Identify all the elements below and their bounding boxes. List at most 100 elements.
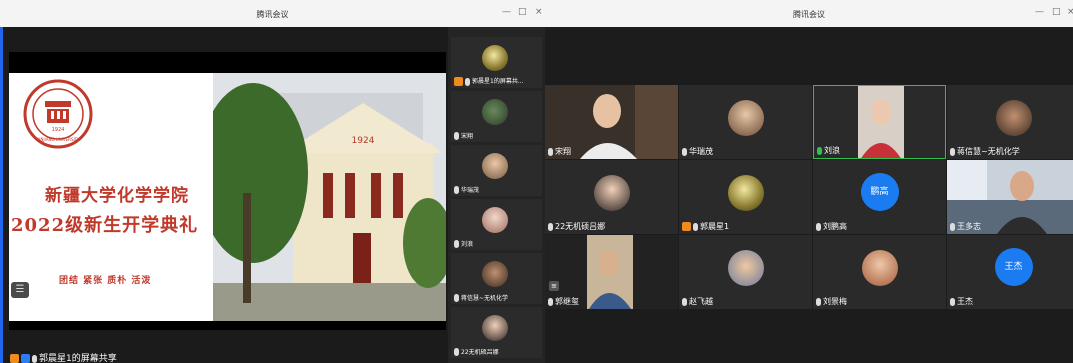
- strip-name: 蒋信慧~无机化学: [461, 294, 509, 302]
- participant-name: 郭继玺: [555, 297, 579, 306]
- avatar: [861, 250, 898, 286]
- strip-item[interactable]: 蒋信慧~无机化学: [451, 253, 542, 304]
- window-title: 腾讯会议: [256, 10, 289, 19]
- video-tile[interactable]: 蒋信慧~无机化学: [947, 85, 1073, 159]
- video-tile[interactable]: 华瑞茂: [679, 85, 812, 159]
- initials-avatar: 王杰: [994, 248, 1033, 286]
- list-menu-icon[interactable]: ☰: [11, 282, 29, 298]
- avatar: [727, 250, 764, 286]
- video-tile-speaking[interactable]: 刘浪: [813, 85, 946, 159]
- avatar: [727, 175, 764, 211]
- host-icon: [454, 77, 463, 86]
- share-screen-icon: [21, 354, 30, 363]
- mic-icon: [454, 240, 459, 248]
- strip-item[interactable]: 宋翔: [451, 91, 542, 142]
- mic-icon: [454, 132, 459, 140]
- participant-name: 刘鹏高: [823, 222, 847, 231]
- mic-icon: [454, 186, 459, 194]
- video-tile[interactable]: 鹏高 刘鹏高: [813, 160, 946, 234]
- svg-text:1924: 1924: [52, 127, 65, 133]
- strip-item[interactable]: 华瑞茂: [451, 145, 542, 196]
- strip-item[interactable]: 刘浪: [451, 199, 542, 250]
- building-year: 1924: [352, 136, 375, 146]
- mic-icon: [950, 147, 955, 156]
- mic-active-icon: [817, 146, 822, 155]
- avatar: [593, 175, 630, 211]
- window-title: 腾讯会议: [793, 10, 825, 19]
- video-tile[interactable]: 赵飞越: [679, 235, 812, 309]
- avatar: [482, 207, 508, 233]
- building-photo: 1924: [213, 73, 446, 321]
- participant-name: 华瑞茂: [689, 147, 713, 156]
- close-button[interactable]: ×: [1067, 7, 1073, 17]
- video-tile[interactable]: 宋翔: [545, 85, 678, 159]
- avatar: [482, 261, 508, 287]
- maximize-button[interactable]: □: [518, 7, 527, 17]
- mic-icon: [32, 354, 37, 363]
- video-tile[interactable]: ≡ 郭继玺: [545, 235, 678, 309]
- mic-icon: [465, 77, 470, 86]
- avatar: [727, 100, 764, 136]
- share-border: [0, 27, 3, 363]
- strip-item[interactable]: 郭晨星1的屏幕共...: [451, 37, 542, 88]
- share-label: 郭晨星1的屏幕共享: [39, 354, 117, 363]
- strip-name: 22无机硕吕娜: [461, 348, 499, 356]
- strip-name: 刘浪: [461, 240, 474, 248]
- participant-name: 刘景梅: [823, 297, 847, 306]
- video-tile[interactable]: 王杰 王杰: [947, 235, 1073, 309]
- banner-title-line1: 新疆大学化学学院: [45, 186, 189, 206]
- minimize-button[interactable]: —: [1035, 7, 1044, 17]
- participant-name: 宋翔: [555, 147, 571, 156]
- participant-name: 王杰: [957, 297, 973, 306]
- title-bar[interactable]: 腾讯会议 — □ ×: [0, 0, 545, 27]
- meeting-window-gallery: 腾讯会议 — □ × 宋翔 华瑞茂 刘浪 蒋信慧~无机化学 22无机硕吕娜 郭晨…: [545, 0, 1073, 363]
- list-icon[interactable]: ≡: [549, 281, 559, 291]
- participant-name: 王多志: [957, 222, 981, 231]
- share-indicator: 郭晨星1的屏幕共享: [10, 351, 117, 363]
- maximize-button[interactable]: □: [1052, 7, 1061, 17]
- video-tile[interactable]: 22无机硕吕娜: [545, 160, 678, 234]
- participant-name: 蒋信慧~无机化学: [957, 147, 1020, 156]
- mic-icon: [950, 222, 955, 231]
- host-icon: [682, 222, 691, 231]
- strip-item[interactable]: 22无机硕吕娜: [451, 307, 542, 358]
- meeting-window-share: 腾讯会议 — □ × 1924 XINJIANG UNIVERSITY 新疆大学…: [0, 0, 545, 363]
- mic-icon: [682, 147, 687, 156]
- participant-name: 刘浪: [824, 146, 840, 155]
- banner-slogan: 团结 紧张 质朴 活泼: [59, 276, 152, 286]
- participant-name: 郭晨星1: [700, 222, 730, 231]
- mic-icon: [548, 297, 553, 306]
- mic-icon: [682, 297, 687, 306]
- participant-name: 22无机硕吕娜: [555, 222, 606, 231]
- minimize-button[interactable]: —: [502, 7, 511, 17]
- participant-name: 赵飞越: [689, 297, 713, 306]
- mic-icon: [548, 147, 553, 156]
- strip-name: 宋翔: [461, 132, 474, 140]
- strip-name: 郭晨星1的屏幕共...: [472, 78, 524, 85]
- video-tile[interactable]: 王多志: [947, 160, 1073, 234]
- university-logo: 1924 XINJIANG UNIVERSITY: [23, 79, 93, 149]
- host-icon: [10, 354, 19, 363]
- mic-icon: [693, 222, 698, 231]
- participant-strip[interactable]: 郭晨星1的屏幕共... 宋翔 华瑞茂 刘浪 蒋信慧~无机化学 22无机硕吕娜: [448, 27, 545, 363]
- mic-icon: [816, 222, 821, 231]
- title-bar[interactable]: 腾讯会议 — □ ×: [545, 0, 1073, 27]
- avatar: [482, 45, 508, 71]
- mic-icon: [950, 297, 955, 306]
- banner-title-line2: 2022级新生开学典礼: [11, 215, 199, 236]
- mic-icon: [816, 297, 821, 306]
- mic-icon: [454, 348, 459, 356]
- initials-avatar: 鹏高: [860, 173, 899, 211]
- strip-name: 华瑞茂: [461, 186, 480, 194]
- video-tile[interactable]: 郭晨星1: [679, 160, 812, 234]
- avatar: [482, 99, 508, 125]
- mic-icon: [454, 294, 459, 302]
- avatar: [482, 153, 508, 179]
- video-tile[interactable]: 刘景梅: [813, 235, 946, 309]
- ceremony-banner: 1924 XINJIANG UNIVERSITY 新疆大学化学学院 2022级新…: [9, 73, 446, 321]
- avatar: [482, 315, 508, 341]
- close-button[interactable]: ×: [535, 7, 543, 17]
- mic-icon: [548, 222, 553, 231]
- avatar: [995, 100, 1032, 136]
- svg-text:XINJIANG UNIVERSITY: XINJIANG UNIVERSITY: [36, 137, 80, 142]
